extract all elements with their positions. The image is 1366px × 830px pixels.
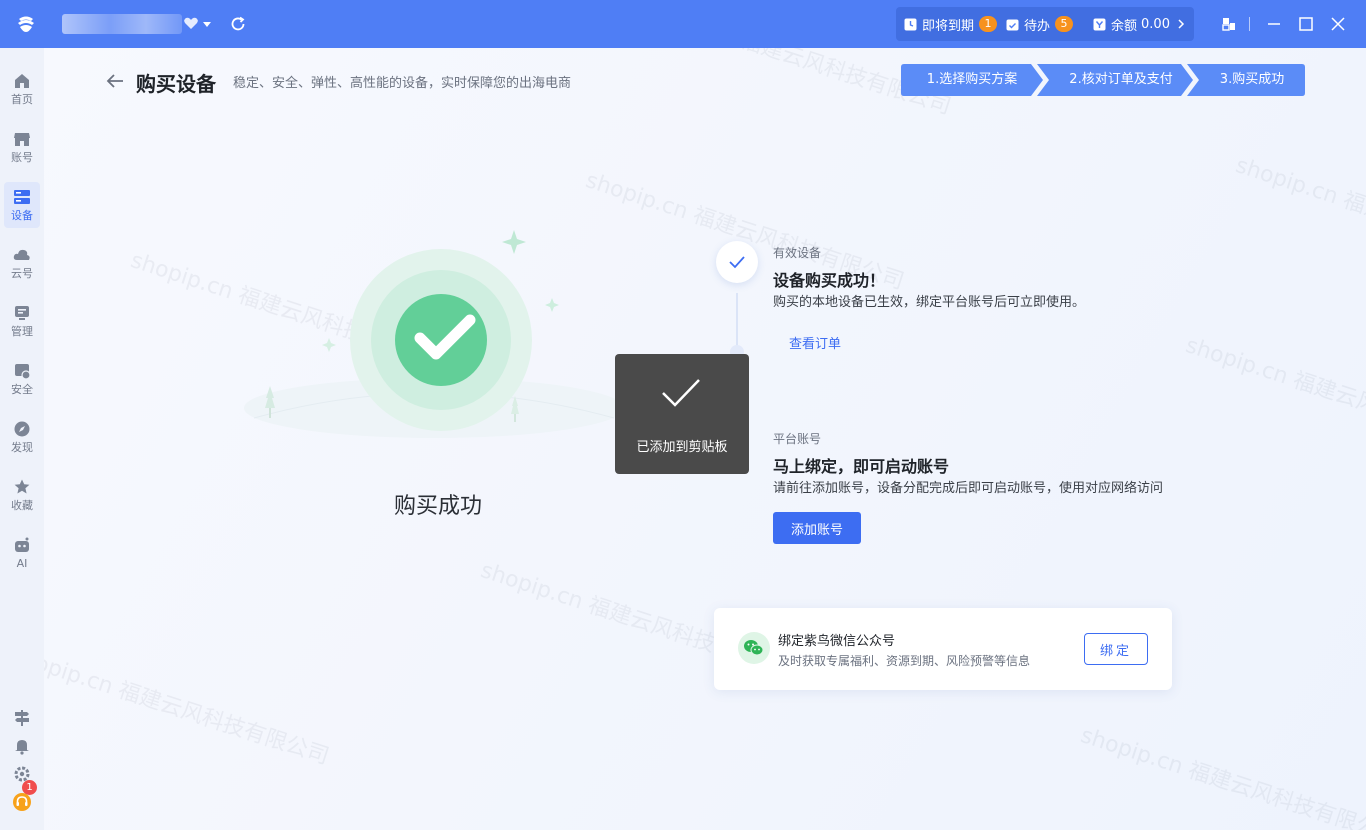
section-desc-devices: 购买的本地设备已生效，绑定平台账号后可立即使用。 (773, 295, 1086, 310)
wechat-card-desc: 及时获取专属福利、资源到期、风险预警等信息 (778, 654, 1031, 668)
sidebar-item-label: AI (16, 557, 28, 570)
gear-icon[interactable] (12, 764, 32, 784)
layout-icon[interactable] (1219, 14, 1239, 34)
close-icon[interactable] (1328, 14, 1348, 34)
sidebar-item-label: 管理 (11, 325, 33, 338)
main-content: shopip.cn 福建云风科技有限公司 shopip.cn 福建云风科技有限公… (44, 48, 1366, 830)
timeline-line (736, 293, 738, 353)
sidebar-item-cloud[interactable]: 云号 (4, 240, 40, 286)
success-illustration (244, 230, 624, 438)
sidebar-item-home[interactable]: 首页 (4, 66, 40, 112)
timeline-check (716, 241, 758, 283)
sidebar-item-label: 云号 (11, 267, 33, 280)
todo-count-badge: 5 (1055, 16, 1074, 32)
chevron-down-icon[interactable] (201, 18, 213, 30)
balance-label: 余额 (1111, 18, 1138, 34)
step-label: 3.购买成功 (1219, 72, 1285, 87)
section-label-devices: 有效设备 (773, 246, 822, 260)
sidebar-item-devices[interactable]: 设备 (4, 182, 40, 228)
sidebar-item-favorites[interactable]: 收藏 (4, 472, 40, 518)
sidebar: 首页 账号 设备 云号 管理 安全 发现 收藏 AI 1 (0, 48, 44, 830)
sidebar-item-label: 账号 (11, 151, 33, 164)
watermark: shopip.cn 福建云风科技有限公司 (1077, 723, 1366, 830)
wechat-bind-card: 绑定紫鸟微信公众号 及时获取专属福利、资源到期、风险预警等信息 绑定 (714, 608, 1172, 690)
titlebar-divider (1249, 17, 1250, 31)
shield-icon (15, 364, 31, 380)
expiring-status[interactable]: 即将到期 1 (904, 15, 998, 34)
check-icon (662, 379, 700, 407)
cloud-icon (13, 249, 30, 260)
sidebar-item-ai[interactable]: AI (4, 530, 40, 576)
watermark: shopip.cn 福建云风科技有限公司 (1232, 153, 1366, 280)
sidebar-item-label: 收藏 (11, 499, 33, 512)
watermark: shopip.cn 福建云风科技有限公司 (44, 643, 332, 770)
section-title-accounts: 马上绑定，即可启动账号 (773, 457, 950, 476)
title-bar: 即将到期 1 待办 5 余额 0.00 (0, 0, 1366, 48)
page-title: 购买设备 (136, 72, 216, 96)
section-label-accounts: 平台账号 (773, 432, 822, 446)
support-icon[interactable] (12, 792, 32, 812)
clock-icon (904, 18, 917, 30)
compass-icon (14, 421, 30, 437)
check-icon (729, 256, 745, 269)
add-account-button[interactable]: 添加账号 (773, 512, 861, 544)
todo-status[interactable]: 待办 5 (1006, 15, 1074, 34)
calendar-icon (1006, 19, 1019, 30)
balance-value: 0.00 (1141, 16, 1170, 32)
minimize-icon[interactable] (1264, 14, 1284, 34)
manage-icon (15, 306, 29, 320)
bind-wechat-button[interactable]: 绑定 (1084, 633, 1148, 665)
wechat-card-title: 绑定紫鸟微信公众号 (778, 634, 896, 649)
sidebar-item-manage[interactable]: 管理 (4, 298, 40, 344)
chevron-right-icon (1178, 19, 1185, 29)
sidebar-item-label: 发现 (11, 441, 33, 454)
page-subtitle: 稳定、安全、弹性、高性能的设备，实时保障您的出海电商 (233, 76, 572, 91)
section-title-devices: 设备购买成功！ (773, 271, 886, 290)
home-icon (15, 74, 29, 88)
step-2: 2.核对订单及支付 (1037, 64, 1193, 96)
sidebar-item-security[interactable]: 安全 (4, 356, 40, 402)
progress-steps: 1.选择购买方案 2.核对订单及支付 3.购买成功 (901, 64, 1305, 96)
watermark: shopip.cn 福建云风科技有限公司 (1182, 333, 1366, 460)
refresh-icon[interactable] (229, 15, 247, 33)
app-logo-icon (18, 16, 34, 32)
step-label: 1.选择购买方案 (926, 72, 1018, 87)
view-order-link[interactable]: 查看订单 (789, 333, 841, 352)
sidebar-item-label: 设备 (11, 209, 33, 222)
star-icon (14, 479, 30, 494)
todo-label: 待办 (1024, 18, 1051, 34)
maximize-icon[interactable] (1296, 14, 1316, 34)
robot-icon (15, 537, 29, 552)
expiring-count-badge: 1 (979, 16, 998, 32)
sidebar-item-discover[interactable]: 发现 (4, 414, 40, 460)
step-1: 1.选择购买方案 (901, 64, 1043, 96)
step-label: 2.核对订单及支付 (1069, 72, 1173, 87)
clipboard-toast: 已添加到剪贴板 (615, 354, 749, 474)
sidebar-item-label: 安全 (11, 383, 33, 396)
step-3: 3.购买成功 (1187, 64, 1305, 96)
account-name-blurred[interactable] (62, 14, 182, 34)
balance-status[interactable]: 余额 0.00 (1093, 15, 1186, 34)
toast-message: 已添加到剪贴板 (636, 440, 728, 455)
section-desc-accounts: 请前往添加账号，设备分配完成后即可启动账号，使用对应网络访问 (773, 481, 1164, 496)
sidebar-item-accounts[interactable]: 账号 (4, 124, 40, 170)
heart-icon (184, 17, 198, 29)
bell-icon[interactable] (12, 736, 32, 756)
wallet-icon (1093, 18, 1106, 30)
wechat-icon (738, 632, 770, 664)
status-bar: 即将到期 1 待办 5 余额 0.00 (896, 7, 1194, 41)
success-label: 购买成功 (394, 494, 483, 519)
expiring-label: 即将到期 (922, 18, 975, 34)
sidebar-item-label: 首页 (11, 93, 33, 106)
server-icon (14, 190, 30, 204)
store-icon (14, 133, 30, 146)
back-arrow-icon[interactable] (104, 70, 126, 92)
signpost-icon[interactable] (12, 708, 32, 728)
